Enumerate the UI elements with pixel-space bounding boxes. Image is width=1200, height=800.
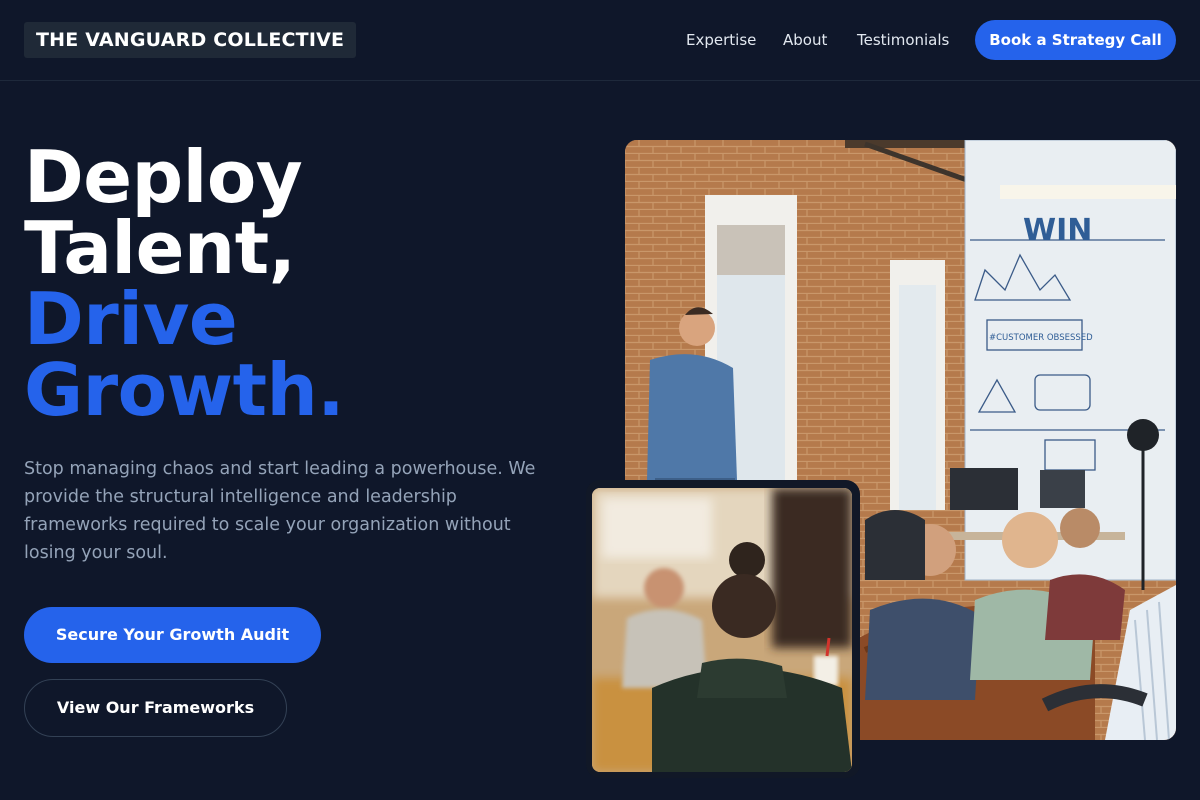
mural-banner-text: #CUSTOMER OBSESSED (989, 333, 1093, 343)
hero-subtext: Stop managing chaos and start leading a … (24, 459, 536, 563)
nav-link-expertise[interactable]: Expertise (686, 30, 756, 50)
headline-line: Talent, (24, 206, 296, 290)
headline-accent-line: Drive (24, 277, 238, 361)
headline-accent-line: Growth. (24, 348, 345, 432)
hero-headline: Deploy Talent, Drive Growth. (24, 135, 345, 432)
nav-link-testimonials[interactable]: Testimonials (857, 30, 949, 50)
nav-link-about[interactable]: About (783, 30, 827, 50)
headline-line: Deploy (24, 135, 303, 219)
view-frameworks-button[interactable]: View Our Frameworks (24, 679, 287, 737)
mural-win-text: WIN (1023, 213, 1092, 248)
secure-growth-audit-button[interactable]: Secure Your Growth Audit (24, 607, 321, 663)
book-strategy-call-button[interactable]: Book a Strategy Call (975, 20, 1176, 60)
team-meeting-photo (592, 488, 852, 772)
site-header: THE VANGUARD COLLECTIVE Expertise About … (0, 0, 1200, 81)
site-logo[interactable]: THE VANGUARD COLLECTIVE (24, 22, 357, 58)
